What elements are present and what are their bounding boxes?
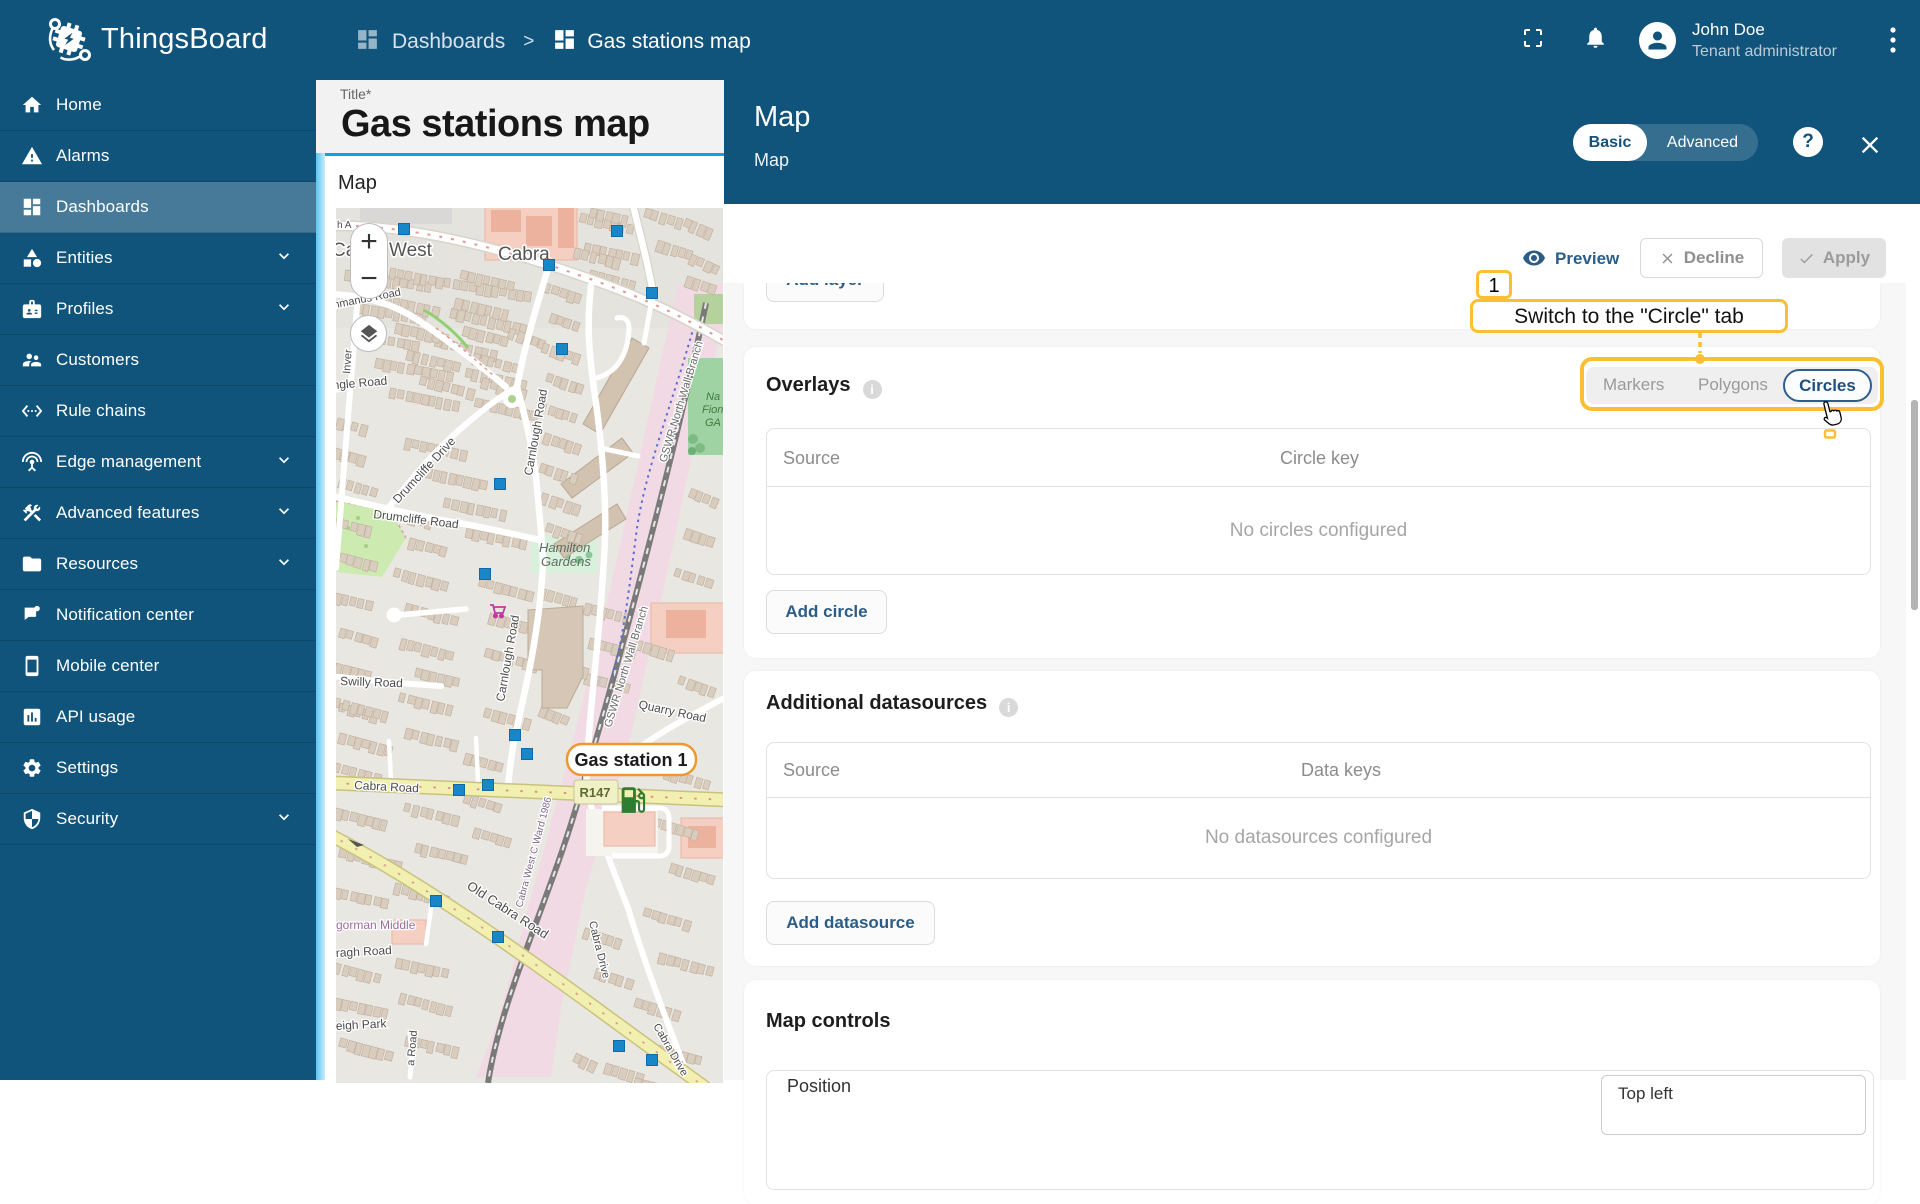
svg-text:h A: h A <box>337 220 352 231</box>
svg-text:Fionn: Fionn <box>702 404 723 416</box>
svg-text:ragh Road: ragh Road <box>336 943 392 960</box>
svg-text:R147: R147 <box>579 785 610 800</box>
svg-text:Gardens: Gardens <box>541 554 591 569</box>
svg-text:Inver: Inver <box>341 349 355 375</box>
svg-text:Hamilton: Hamilton <box>539 540 590 555</box>
svg-text:Swilly Road: Swilly Road <box>340 674 403 690</box>
svg-text:Gas station 1: Gas station 1 <box>574 750 687 770</box>
svg-text:eigh Park: eigh Park <box>336 1016 388 1033</box>
svg-text:Cabra: Cabra <box>498 244 550 265</box>
svg-text:Na: Na <box>706 391 720 403</box>
svg-text:gorman Middle: gorman Middle <box>336 918 416 932</box>
svg-text:GA: GA <box>705 417 721 429</box>
